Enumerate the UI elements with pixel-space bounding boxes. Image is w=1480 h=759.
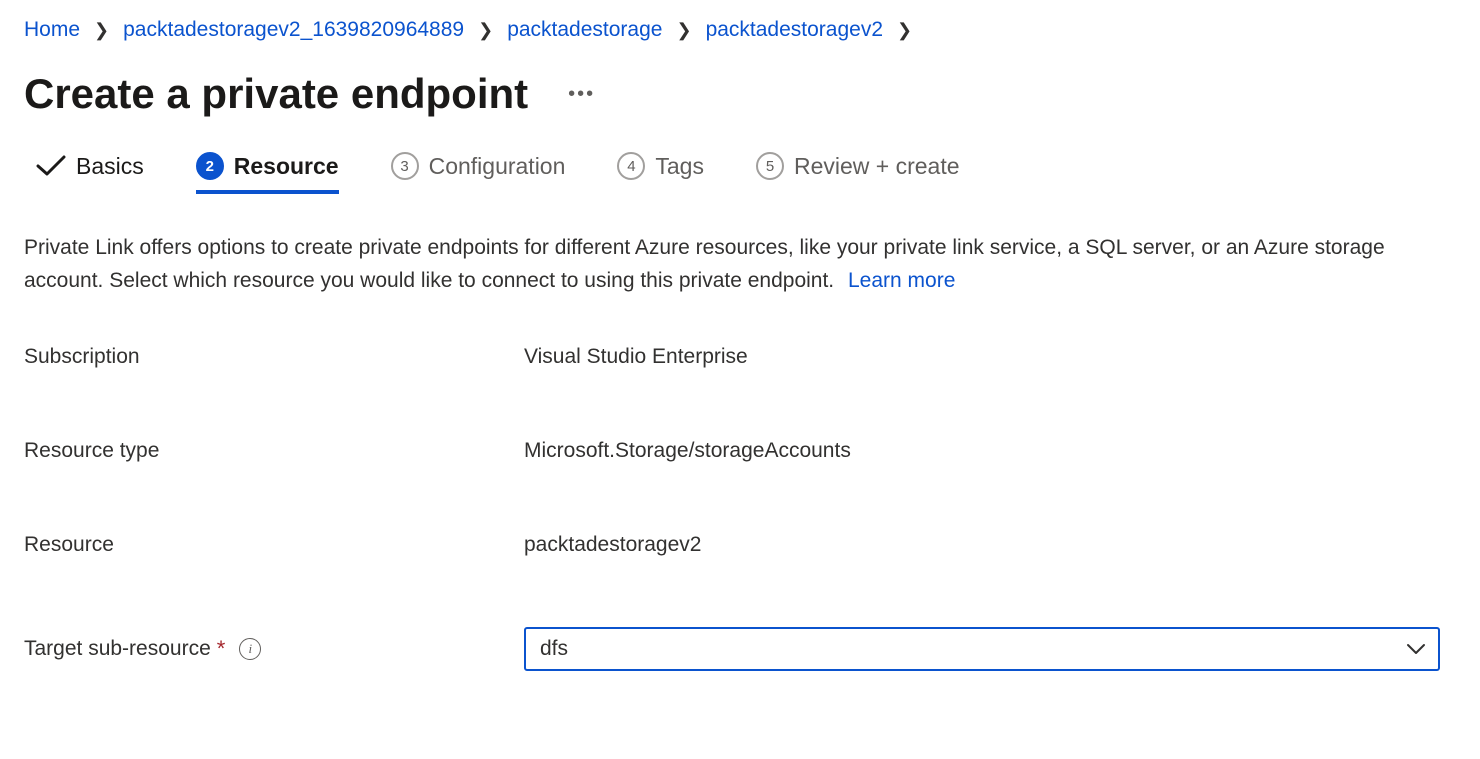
- step-number-icon: 5: [756, 152, 784, 180]
- resource-type-value: Microsoft.Storage/storageAccounts: [524, 439, 851, 463]
- learn-more-link[interactable]: Learn more: [848, 269, 955, 292]
- breadcrumb-item-1[interactable]: packtadestoragev2_1639820964889: [123, 18, 464, 42]
- required-indicator: *: [217, 636, 226, 662]
- chevron-right-icon: ❯: [94, 20, 109, 41]
- page-title: Create a private endpoint: [24, 70, 528, 118]
- wizard-tabs: Basics 2 Resource 3 Configuration 4 Tags…: [24, 152, 1456, 194]
- step-number-icon: 4: [617, 152, 645, 180]
- resource-label: Resource: [24, 533, 524, 557]
- tab-tags[interactable]: 4 Tags: [617, 152, 704, 194]
- title-row: Create a private endpoint •••: [24, 70, 1456, 118]
- resource-type-label: Resource type: [24, 439, 524, 463]
- tab-label: Basics: [76, 153, 144, 180]
- description-text: Private Link offers options to create pr…: [24, 236, 1385, 292]
- select-value: dfs: [540, 637, 568, 661]
- info-icon[interactable]: i: [239, 638, 261, 660]
- step-number-icon: 2: [196, 152, 224, 180]
- breadcrumb-item-2[interactable]: packtadestorage: [507, 18, 662, 42]
- chevron-right-icon: ❯: [478, 20, 493, 41]
- target-sub-resource-select[interactable]: dfs: [524, 627, 1440, 671]
- tab-basics[interactable]: Basics: [36, 153, 144, 194]
- tab-resource[interactable]: 2 Resource: [196, 152, 339, 194]
- tab-description: Private Link offers options to create pr…: [24, 232, 1456, 297]
- field-target-sub-resource: Target sub-resource * i dfs: [24, 627, 1456, 671]
- tab-label: Review + create: [794, 153, 960, 180]
- tab-review-create[interactable]: 5 Review + create: [756, 152, 960, 194]
- breadcrumb-home[interactable]: Home: [24, 18, 80, 42]
- subscription-value: Visual Studio Enterprise: [524, 345, 748, 369]
- tab-configuration[interactable]: 3 Configuration: [391, 152, 566, 194]
- field-resource-type: Resource type Microsoft.Storage/storageA…: [24, 439, 1456, 463]
- resource-value: packtadestoragev2: [524, 533, 701, 557]
- tab-label: Tags: [655, 153, 704, 180]
- step-number-icon: 3: [391, 152, 419, 180]
- chevron-right-icon: ❯: [676, 20, 691, 41]
- chevron-right-icon: ❯: [897, 20, 912, 41]
- checkmark-icon: [36, 155, 66, 177]
- more-actions-icon[interactable]: •••: [568, 83, 595, 106]
- subscription-label: Subscription: [24, 345, 524, 369]
- tab-label: Resource: [234, 153, 339, 180]
- field-resource: Resource packtadestoragev2: [24, 533, 1456, 557]
- breadcrumb-item-3[interactable]: packtadestoragev2: [706, 18, 883, 42]
- breadcrumb: Home ❯ packtadestoragev2_1639820964889 ❯…: [24, 18, 1456, 42]
- tab-label: Configuration: [429, 153, 566, 180]
- field-subscription: Subscription Visual Studio Enterprise: [24, 345, 1456, 369]
- target-sub-resource-label: Target sub-resource * i: [24, 636, 524, 662]
